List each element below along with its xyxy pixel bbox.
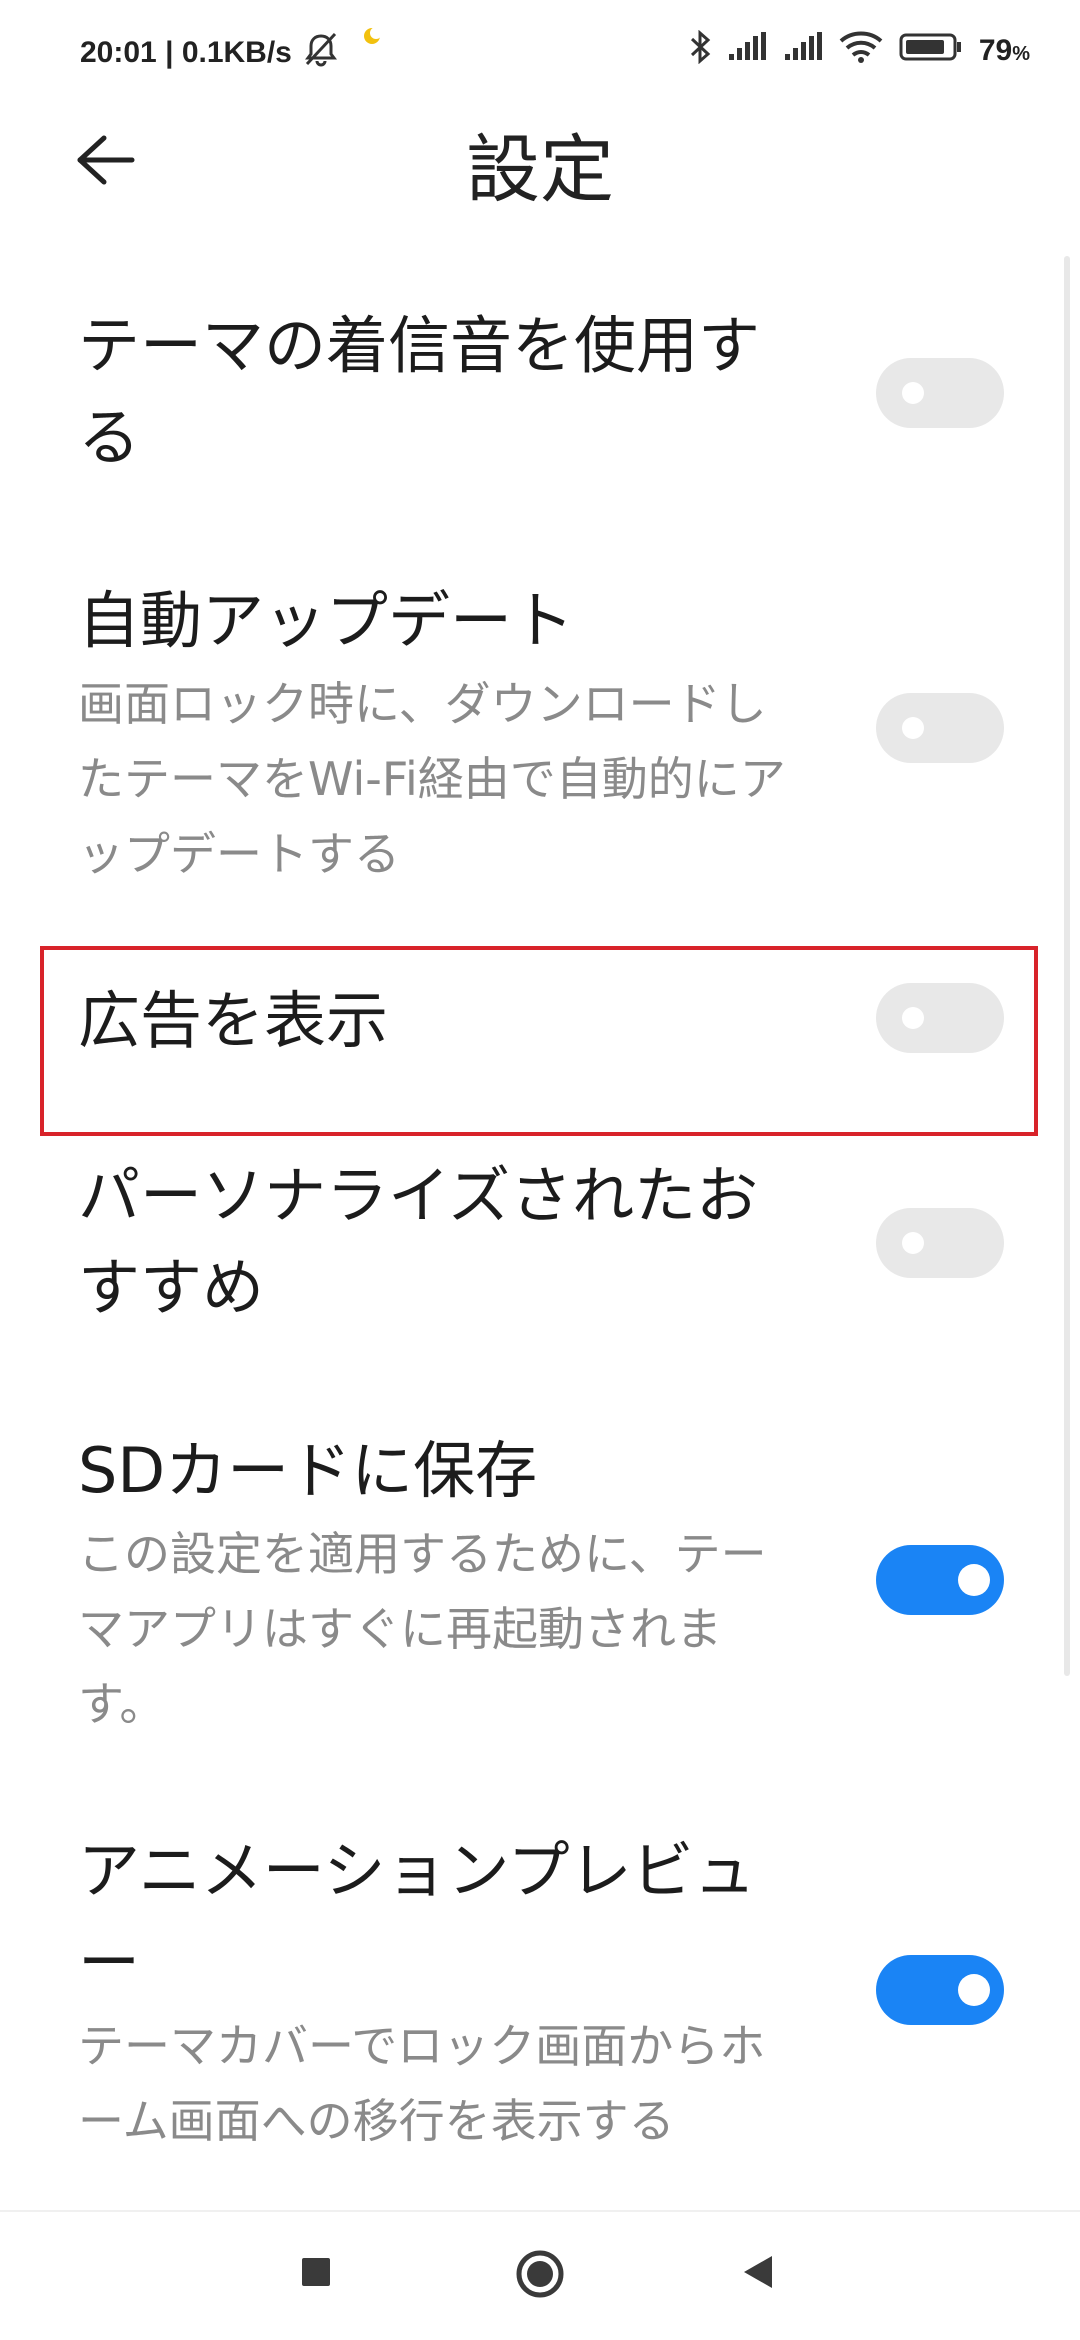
setting-row-save-to-sd[interactable]: SDカードに保存 この設定を適用するために、テー マアプリはすぐに再起動されま …	[0, 1425, 1080, 1745]
setting-title: 自動アップデート	[78, 584, 575, 657]
home-circle-icon[interactable]	[514, 2248, 566, 2304]
back-triangle-icon[interactable]	[738, 2252, 778, 2296]
setting-title: 広告を表示	[78, 984, 389, 1057]
status-right: 79%	[689, 29, 1030, 72]
battery-percent: 79%	[978, 34, 1030, 67]
setting-title: アニメーションプレビュ ー	[78, 1834, 756, 1999]
setting-title: テーマの着信音を使用す る	[78, 309, 761, 474]
setting-title: SDカードに保存	[78, 1434, 538, 1507]
setting-row-theme-ringtone[interactable]: テーマの着信音を使用す る	[0, 300, 1080, 500]
recents-square-icon[interactable]	[296, 2252, 336, 2296]
setting-row-animation-preview[interactable]: アニメーションプレビュ ー テーマカバーでロック画面からホ ーム画面への移行を表…	[0, 1825, 1080, 2185]
setting-row-auto-update[interactable]: 自動アップデート 画面ロック時に、ダウンロードし たテーマをWi-Fi経由で自動…	[0, 575, 1080, 895]
setting-description: 画面ロック時に、ダウンロードし たテーマをWi-Fi経由で自動的にア ップデート…	[78, 677, 786, 881]
setting-description: テーマカバーでロック画面からホ ーム画面への移行を表示する	[78, 2019, 766, 2148]
battery-icon	[899, 32, 963, 70]
wifi-icon	[839, 31, 883, 71]
signal-icon	[727, 32, 767, 70]
page-title: 設定	[466, 127, 614, 213]
toggle-switch[interactable]	[876, 1545, 1004, 1615]
bluetooth-icon	[689, 29, 711, 72]
setting-row-show-ads[interactable]: 広告を表示	[0, 975, 1080, 1105]
navigation-bar	[0, 2212, 1080, 2340]
toggle-switch[interactable]	[876, 693, 1004, 763]
setting-row-personalized-recommendations[interactable]: パーソナライズされたお すすめ	[0, 1150, 1080, 1350]
status-bar: 20:01 | 0.1KB/s 79%	[0, 0, 1080, 100]
toggle-switch[interactable]	[876, 983, 1004, 1053]
status-time: 20:01	[80, 36, 157, 69]
bell-off-icon	[302, 30, 340, 76]
toggle-switch[interactable]	[876, 358, 1004, 428]
status-network-speed: 0.1KB/s	[181, 36, 292, 69]
toggle-switch[interactable]	[876, 1955, 1004, 2025]
setting-title: パーソナライズされたお すすめ	[78, 1159, 759, 1324]
status-left: 20:01 | 0.1KB/s	[80, 27, 382, 76]
setting-description: この設定を適用するために、テー マアプリはすぐに再起動されま す。	[78, 1527, 767, 1731]
moon-icon	[362, 26, 382, 52]
toggle-switch[interactable]	[876, 1208, 1004, 1278]
signal-icon	[783, 32, 823, 70]
